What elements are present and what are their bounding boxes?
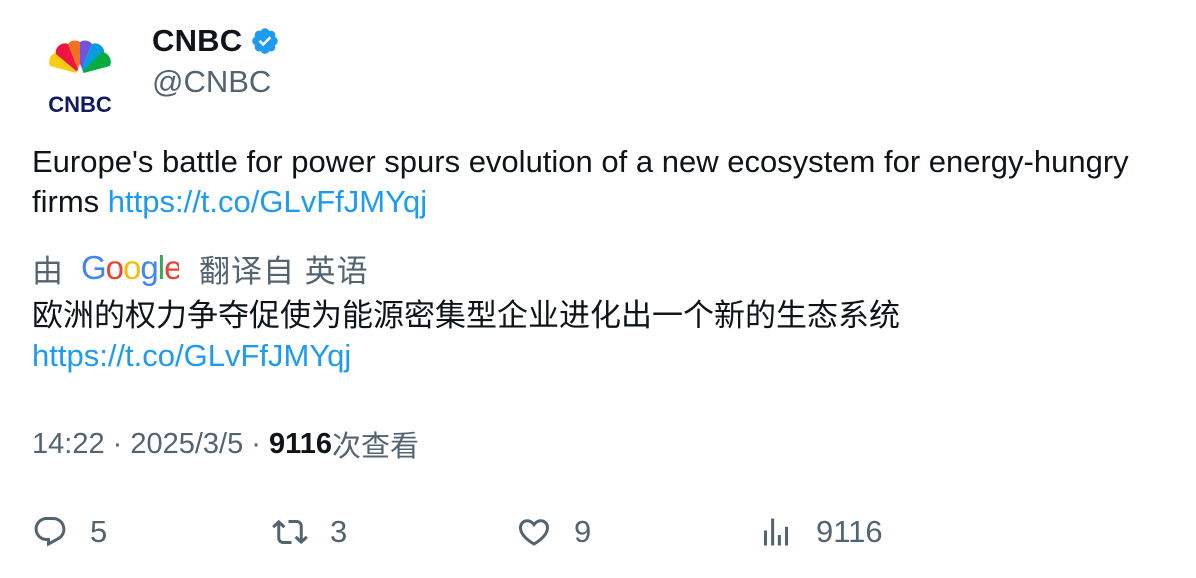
views-label: 次查看	[331, 431, 419, 463]
views-button[interactable]: 9116	[758, 508, 883, 556]
avatar[interactable]: CNBC	[32, 30, 128, 126]
author-block: CNBC @CNBC	[152, 22, 280, 100]
retweet-icon	[272, 519, 308, 545]
meta-separator-2: ·	[243, 427, 270, 460]
views-count: 9116	[269, 427, 332, 460]
svg-text:Google: Google	[81, 249, 179, 286]
reply-icon	[34, 517, 66, 547]
translation-attribution[interactable]: 由 Google 翻译自 英语	[32, 248, 369, 289]
reply-button[interactable]: 5	[32, 508, 107, 556]
user-handle[interactable]: @CNBC	[152, 64, 280, 100]
translated-text: 欧洲的权力争夺促使为能源密集型企业进化出一个新的生态系统 https://t.c…	[32, 296, 1182, 376]
name-row: CNBC	[152, 22, 280, 60]
heart-icon	[518, 519, 550, 546]
retweet-button[interactable]: 3	[272, 508, 347, 556]
tweet-time[interactable]: 14:22	[32, 428, 105, 461]
translated-from-label: 翻译自 英语	[199, 253, 369, 289]
retweet-count: 3	[330, 514, 348, 549]
views-action-count: 9116	[816, 514, 883, 549]
like-count: 9	[574, 514, 592, 549]
meta-separator: ·	[104, 427, 131, 460]
verified-badge-icon[interactable]	[250, 26, 280, 56]
translated-body: 欧洲的权力争夺促使为能源密集型企业进化出一个新的生态系统	[32, 298, 900, 333]
like-button[interactable]: 9	[516, 508, 591, 556]
google-logo-icon: Google	[81, 249, 179, 286]
action-bar: 5 3 9 9116	[32, 508, 1172, 556]
tweet-text: Europe's battle for power spurs evolutio…	[32, 142, 1182, 222]
translated-by-label: 由	[32, 253, 63, 289]
display-name[interactable]: CNBC	[152, 23, 242, 59]
cnbc-logo: CNBC	[48, 40, 112, 117]
tweet-date[interactable]: 2025/3/5	[130, 428, 243, 461]
svg-text:CNBC: CNBC	[48, 92, 112, 117]
tweet-meta: 14:22 · 2025/3/5 · 9116 次查看	[32, 424, 419, 464]
translated-link[interactable]: https://t.co/GLvFfJMYqj	[32, 338, 351, 373]
tweet-link[interactable]: https://t.co/GLvFfJMYqj	[108, 184, 427, 219]
analytics-icon	[764, 518, 788, 546]
reply-count: 5	[90, 514, 108, 549]
